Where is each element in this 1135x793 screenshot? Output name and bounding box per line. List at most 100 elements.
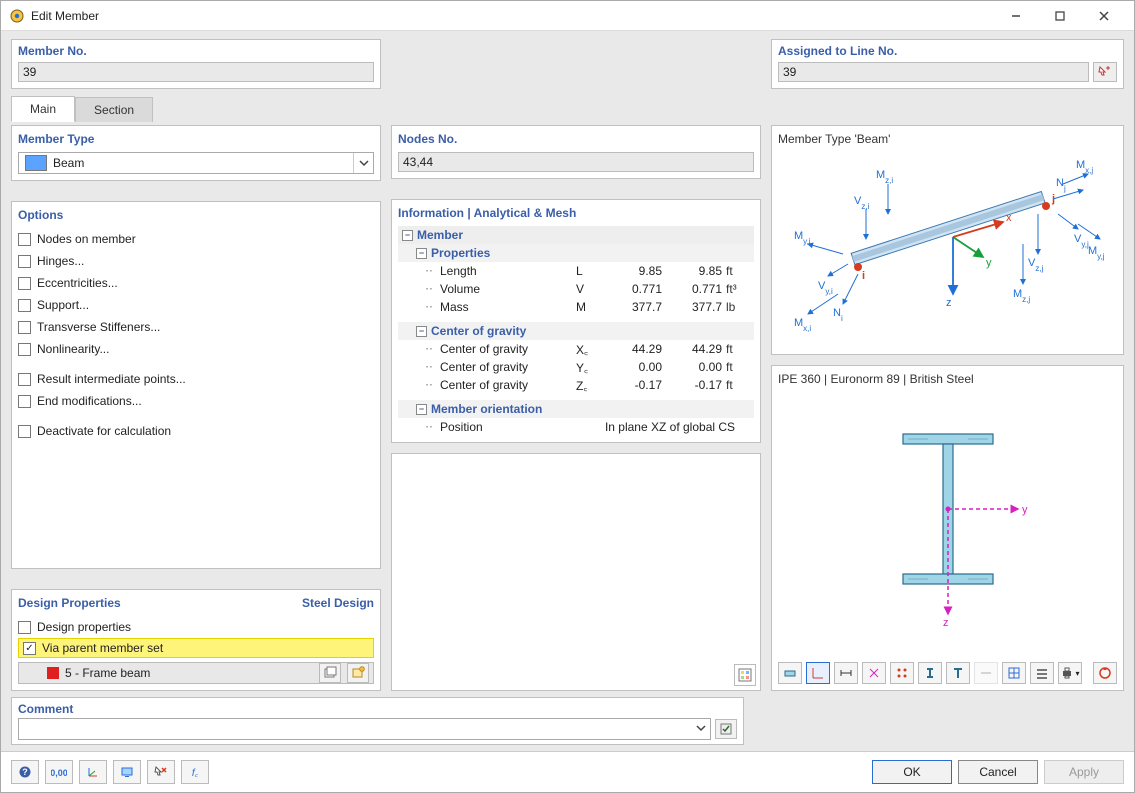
dialog-footer: ? 0,00 f꜀ OK Cancel Apply (1, 751, 1134, 792)
svg-text:Mz,j: Mz,j (1013, 288, 1030, 304)
info-cog-header[interactable]: −Center of gravity (398, 322, 754, 340)
design-properties-label: Design properties (37, 620, 131, 634)
member-type-select[interactable]: Beam (18, 152, 374, 174)
coord-system-button[interactable] (79, 760, 107, 784)
svg-text:My,i: My,i (794, 230, 811, 246)
comment-title: Comment (18, 702, 737, 716)
svg-text:Vy,j: Vy,j (1074, 233, 1089, 249)
cancel-button[interactable]: Cancel (958, 760, 1038, 784)
tab-main[interactable]: Main (11, 96, 75, 122)
option-hinges[interactable]: Hinges... (18, 250, 374, 272)
nodes-field[interactable]: 43,44 (398, 152, 754, 172)
preview-toolbar: ▾ (778, 658, 1117, 684)
info-member-header[interactable]: −Member (398, 226, 754, 244)
frame-beam-row[interactable]: 5 - Frame beam (18, 662, 374, 684)
checkbox-icon[interactable] (18, 343, 31, 356)
nodes-title: Nodes No. (398, 132, 754, 146)
design-properties-right-label: Steel Design (302, 596, 374, 610)
checkbox-checked-icon[interactable] (23, 642, 36, 655)
svg-text:i: i (862, 270, 865, 282)
checkbox-icon[interactable] (18, 373, 31, 386)
member-type-preview: Member Type 'Beam' (771, 125, 1124, 355)
svg-text:f꜀: f꜀ (192, 768, 199, 779)
maximize-button[interactable] (1038, 2, 1082, 30)
svg-text:x: x (1006, 212, 1012, 224)
member-type-preview-title: Member Type 'Beam' (778, 132, 1117, 146)
option-eccentricities[interactable]: Eccentricities... (18, 272, 374, 294)
design-properties-checkbox-row[interactable]: Design properties (18, 616, 374, 638)
help-button[interactable]: ? (11, 760, 39, 784)
checkbox-icon[interactable] (18, 621, 31, 634)
option-transverse-stiffeners[interactable]: Transverse Stiffeners... (18, 316, 374, 338)
via-parent-member-set-row[interactable]: Via parent member set (18, 638, 374, 658)
close-button[interactable] (1082, 2, 1126, 30)
tb-section-t-button[interactable] (946, 662, 970, 684)
checkbox-icon[interactable] (18, 277, 31, 290)
tb-show-dimensions-button[interactable] (834, 662, 858, 684)
checkbox-icon[interactable] (18, 233, 31, 246)
new-from-item-button[interactable] (319, 663, 341, 683)
option-result-intermediate-points[interactable]: Result intermediate points... (18, 368, 374, 390)
tb-stress-points-button[interactable] (890, 662, 914, 684)
svg-text:z: z (943, 617, 949, 629)
cog-z-row: ⋅⋅Center of gravityZ꜀-0.17-0.17ft (398, 376, 754, 394)
option-support[interactable]: Support... (18, 294, 374, 316)
design-properties-title: Design Properties (18, 596, 121, 610)
option-nodes-on-member[interactable]: Nodes on member (18, 228, 374, 250)
assigned-field[interactable]: 39 (778, 62, 1089, 82)
tb-print-button[interactable]: ▾ (1058, 662, 1082, 684)
screen-button[interactable] (113, 760, 141, 784)
option-nonlinearity[interactable]: Nonlinearity... (18, 338, 374, 360)
comment-input[interactable] (18, 718, 711, 740)
ok-button[interactable]: OK (872, 760, 952, 784)
pick-line-button[interactable] (1093, 62, 1117, 82)
member-no-field[interactable]: 39 (18, 62, 374, 82)
info-orientation-header[interactable]: −Member orientation (398, 400, 754, 418)
checkbox-icon[interactable] (18, 255, 31, 268)
info-title: Information | Analytical & Mesh (398, 206, 754, 220)
orientation-position-row: ⋅⋅PositionIn plane XZ of global CS (398, 418, 754, 436)
svg-text:0,00: 0,00 (51, 768, 67, 778)
tb-show-axes-button[interactable] (806, 662, 830, 684)
svg-text:Vy,i: Vy,i (818, 280, 833, 296)
tree-collapse-icon[interactable]: − (416, 248, 427, 259)
svg-text:Vz,j: Vz,j (1028, 257, 1044, 273)
tb-reset-view-button[interactable] (1093, 662, 1117, 684)
svg-text:y: y (986, 257, 992, 269)
info-properties-header[interactable]: −Properties (398, 244, 754, 262)
tree-collapse-icon[interactable]: − (416, 326, 427, 337)
tree-collapse-icon[interactable]: − (402, 230, 413, 241)
member-no-label: Member No. (18, 44, 374, 58)
units-button[interactable]: 0,00 (45, 760, 73, 784)
prop-mass-row: ⋅⋅MassM377.7377.7lb (398, 298, 754, 316)
option-deactivate-for-calculation[interactable]: Deactivate for calculation (18, 420, 374, 442)
tb-values-button[interactable] (1030, 662, 1054, 684)
tb-solid-view-button[interactable] (778, 662, 802, 684)
tree-collapse-icon[interactable]: − (416, 404, 427, 415)
cog-x-row: ⋅⋅Center of gravityX꜀44.2944.29ft (398, 340, 754, 358)
checkbox-icon[interactable] (18, 425, 31, 438)
app-icon (9, 8, 25, 24)
titlebar: Edit Member (1, 1, 1134, 31)
info-panel: Information | Analytical & Mesh −Member … (391, 199, 761, 443)
prop-volume-row: ⋅⋅VolumeV0.7710.771ft³ (398, 280, 754, 298)
tb-grid-button[interactable] (1002, 662, 1026, 684)
beam-forces-diagram: i j x y z (778, 150, 1117, 348)
chevron-down-icon (353, 153, 373, 173)
checkbox-icon[interactable] (18, 299, 31, 312)
minimize-button[interactable] (994, 2, 1038, 30)
tb-show-principal-button[interactable] (862, 662, 886, 684)
edit-item-button[interactable] (347, 663, 369, 683)
svg-text:Mx,i: Mx,i (794, 317, 811, 333)
checkbox-icon[interactable] (18, 395, 31, 408)
clear-pick-button[interactable] (147, 760, 175, 784)
tb-section-i-button[interactable] (918, 662, 942, 684)
svg-text:z: z (946, 297, 952, 309)
units-dialog-button[interactable] (734, 664, 756, 686)
option-end-modifications[interactable]: End modifications... (18, 390, 374, 412)
member-type-panel: Member Type Beam (11, 125, 381, 181)
comment-apply-button[interactable] (715, 719, 737, 739)
tab-section[interactable]: Section (75, 97, 153, 122)
formula-button[interactable]: f꜀ (181, 760, 209, 784)
checkbox-icon[interactable] (18, 321, 31, 334)
